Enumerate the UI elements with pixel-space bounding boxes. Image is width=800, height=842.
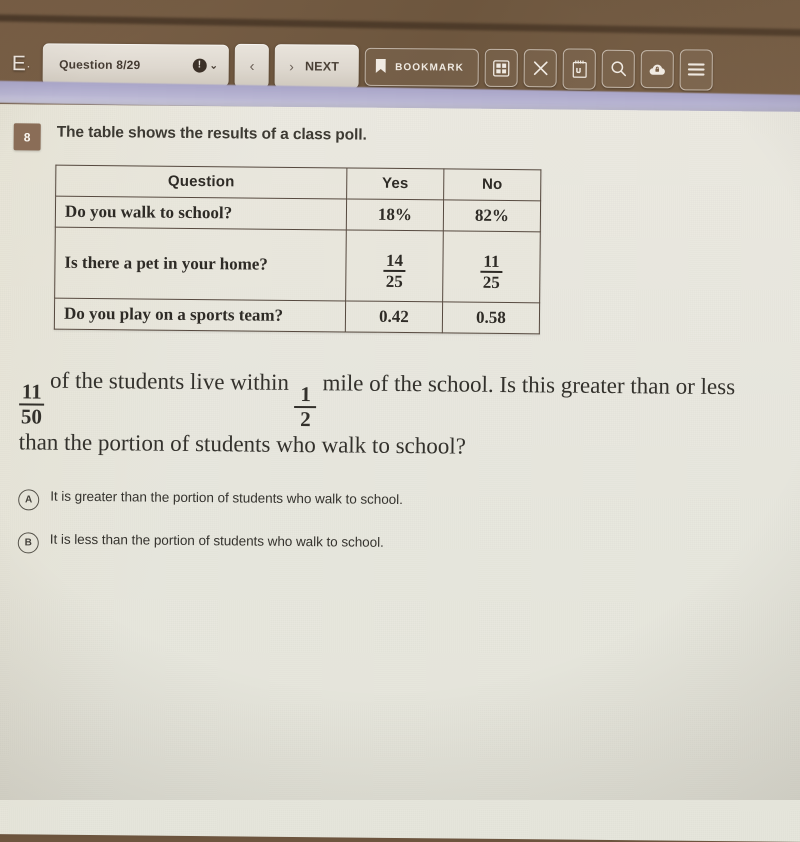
answer-choice-b[interactable]: B It is less than the portion of student…	[18, 531, 780, 560]
table-header-row: Question Yes No	[56, 165, 541, 201]
cell-question: Is there a pet in your home?	[55, 227, 347, 301]
fraction: 11 25	[480, 252, 502, 291]
fraction-denominator: 50	[19, 406, 44, 428]
bookmark-button[interactable]: BOOKMARK	[365, 48, 479, 87]
cell-question: Do you play on a sports team?	[54, 298, 345, 332]
app-logo-letter: E	[12, 52, 27, 75]
next-button-label: NEXT	[305, 59, 339, 73]
table-row: Do you walk to school? 18% 82%	[55, 196, 540, 232]
search-icon[interactable]	[602, 50, 635, 88]
fraction-numerator: 11	[481, 252, 501, 270]
choice-text-b: It is less than the portion of students …	[50, 532, 384, 550]
notepad-icon[interactable]	[563, 48, 596, 89]
question-selector[interactable]: Question 8/29 ! ⌄	[43, 43, 229, 86]
question-header: 8 The table shows the results of a class…	[14, 120, 784, 157]
answer-choice-a[interactable]: A It is greater than the portion of stud…	[18, 488, 780, 517]
cell-no: 0.58	[442, 302, 539, 334]
fraction-denominator: 25	[384, 273, 405, 291]
table-body: Do you walk to school? 18% 82% Is there …	[54, 196, 540, 334]
alert-icon: !	[192, 59, 206, 73]
prompt-text-part-1: of the students live within	[44, 368, 295, 395]
cell-yes: 18%	[346, 199, 443, 231]
bookmark-icon	[376, 58, 386, 75]
chevron-right-icon: ›	[289, 58, 294, 74]
fraction-denominator: 25	[481, 274, 502, 292]
column-header-question: Question	[56, 165, 347, 199]
answer-choices: A It is greater than the portion of stud…	[18, 488, 781, 560]
cell-question: Do you walk to school?	[55, 196, 346, 230]
question-selector-indicators: ! ⌄	[192, 59, 218, 73]
page-title: The table shows the results of a class p…	[57, 121, 367, 145]
table-row: Is there a pet in your home? 14 25 11	[55, 227, 541, 303]
table-row: Do you play on a sports team? 0.42 0.58	[54, 298, 539, 334]
choice-bubble-b[interactable]: B	[18, 532, 39, 553]
column-header-yes: Yes	[347, 168, 444, 200]
menu-icon[interactable]	[680, 49, 713, 90]
choice-text-a: It is greater than the portion of studen…	[50, 489, 403, 507]
fraction-denominator: 2	[298, 409, 313, 431]
question-number-badge: 8	[14, 123, 41, 150]
column-header-no: No	[444, 169, 541, 201]
question-selector-label: Question 8/29	[59, 57, 140, 72]
cell-yes: 0.42	[345, 301, 442, 333]
grid-icon[interactable]	[485, 49, 518, 87]
fraction: 11 50	[19, 381, 44, 428]
fraction: 14 25	[383, 251, 405, 290]
class-poll-table: Question Yes No Do you walk to school? 1…	[54, 165, 542, 335]
fraction-numerator: 14	[384, 251, 405, 269]
bookmark-label: BOOKMARK	[395, 62, 464, 74]
previous-question-button[interactable]: ‹	[235, 44, 269, 88]
cloud-lock-icon[interactable]	[641, 50, 674, 88]
cell-no: 82%	[443, 200, 540, 232]
app-logo: E·	[8, 52, 38, 76]
question-page: 8 The table shows the results of a class…	[0, 104, 800, 842]
cell-no: 11 25	[443, 231, 541, 303]
chevron-down-icon: ⌄	[209, 60, 218, 71]
fraction: 1 2	[294, 383, 316, 430]
question-prompt: 11 50 of the students live within 1 2 mi…	[19, 365, 762, 465]
table-header: Question Yes No	[56, 165, 541, 201]
next-question-button[interactable]: › NEXT	[275, 44, 359, 89]
close-icon[interactable]	[524, 49, 557, 87]
question-content: 8 The table shows the results of a class…	[9, 120, 783, 581]
choice-bubble-a[interactable]: A	[18, 489, 39, 510]
fraction-numerator: 11	[20, 381, 44, 403]
screenshot-root: E· Question 8/29 ! ⌄ ‹ › NEXT BOOKMARK	[0, 0, 800, 800]
cell-yes: 14 25	[346, 230, 444, 302]
app-logo-dot: ·	[26, 58, 31, 73]
fraction-numerator: 1	[298, 384, 313, 406]
